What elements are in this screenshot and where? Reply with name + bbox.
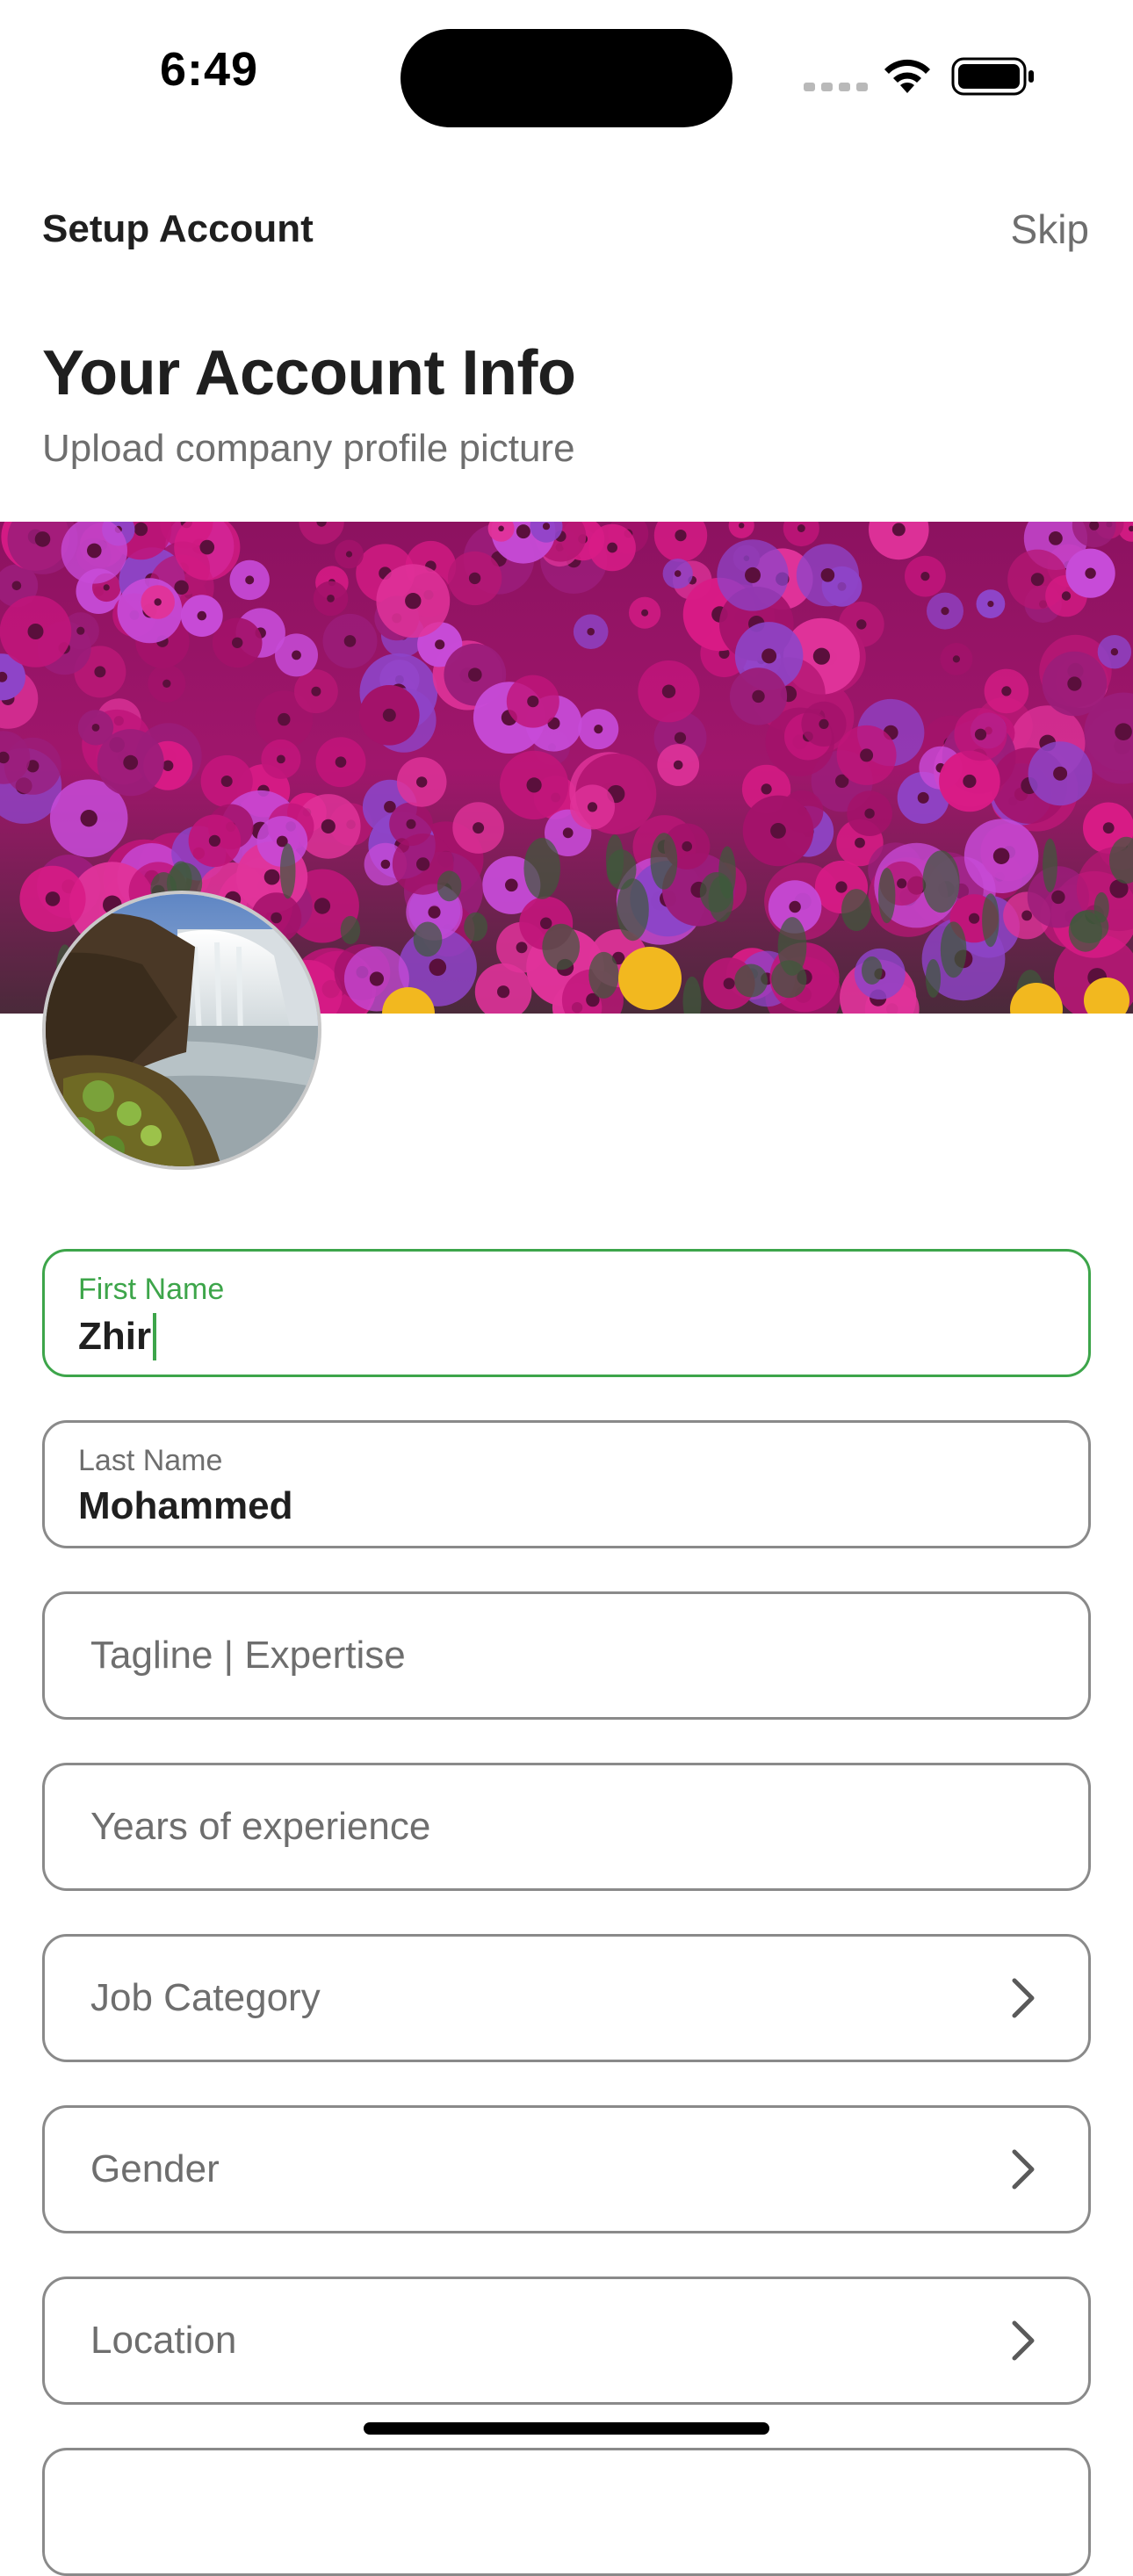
last-name-label: Last Name xyxy=(78,1444,222,1478)
first-name-input[interactable]: Zhir xyxy=(78,1313,156,1360)
page-title: Your Account Info xyxy=(42,337,575,409)
wifi-icon xyxy=(881,56,934,95)
profile-avatar[interactable] xyxy=(42,891,321,1170)
text-caret xyxy=(153,1313,156,1360)
gender-placeholder: Gender xyxy=(90,2108,220,2231)
job-category-placeholder: Job Category xyxy=(90,1937,321,2060)
first-name-field[interactable]: First Name Zhir xyxy=(42,1249,1091,1377)
status-time: 6:49 xyxy=(160,42,258,97)
tagline-placeholder: Tagline | Expertise xyxy=(90,1594,406,1717)
gender-select[interactable]: Gender xyxy=(42,2105,1091,2233)
chevron-right-icon xyxy=(1009,2148,1037,2190)
cellular-signal-icon xyxy=(804,83,868,91)
chevron-right-icon xyxy=(1009,1977,1037,2019)
first-name-value: Zhir xyxy=(78,1315,151,1359)
last-name-value: Mohammed xyxy=(78,1484,292,1528)
job-category-select[interactable]: Job Category xyxy=(42,1934,1091,2062)
location-placeholder: Location xyxy=(90,2279,236,2402)
last-name-field[interactable]: Last Name Mohammed xyxy=(42,1420,1091,1548)
experience-placeholder: Years of experience xyxy=(90,1765,430,1888)
page-subtitle: Upload company profile picture xyxy=(42,427,575,471)
experience-field[interactable]: Years of experience xyxy=(42,1763,1091,1891)
nav-title: Setup Account xyxy=(42,207,314,251)
last-name-input[interactable]: Mohammed xyxy=(78,1484,292,1528)
battery-icon xyxy=(951,56,1036,97)
chevron-right-icon xyxy=(1009,2320,1037,2362)
dynamic-island xyxy=(401,29,732,127)
next-field[interactable] xyxy=(42,2448,1091,2576)
tagline-field[interactable]: Tagline | Expertise xyxy=(42,1591,1091,1720)
home-indicator xyxy=(364,2422,769,2435)
status-bar: 6:49 xyxy=(0,0,1133,149)
location-select[interactable]: Location xyxy=(42,2277,1091,2405)
skip-button[interactable]: Skip xyxy=(1011,206,1089,253)
first-name-label: First Name xyxy=(78,1273,224,1307)
